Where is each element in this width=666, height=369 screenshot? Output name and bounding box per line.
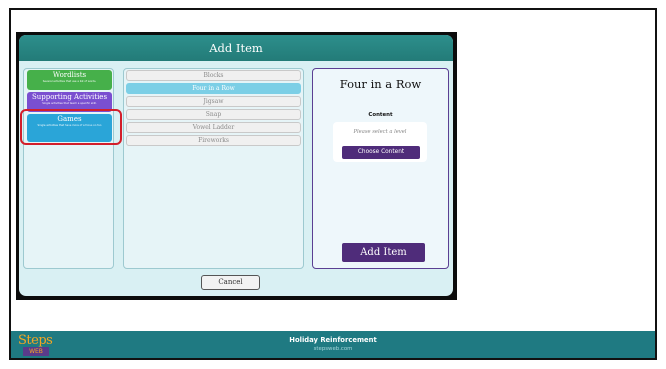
game-list-panel: Blocks Four in a Row Jigsaw Snap Vowel L… — [123, 68, 304, 269]
choose-content-button[interactable]: Choose Content — [342, 146, 420, 159]
detail-title: Four in a Row — [339, 77, 422, 91]
dialog-header: Add Item — [19, 35, 453, 61]
game-item-fireworks[interactable]: Fireworks — [126, 135, 301, 146]
footer-subtitle: stepsweb.com — [313, 346, 353, 352]
detail-panel: Four in a Row Content Please select a le… — [312, 68, 449, 269]
game-item-four-in-a-row[interactable]: Four in a Row — [126, 83, 301, 94]
category-wordlists[interactable]: Wordlists Several activities that use a … — [27, 70, 112, 90]
logo-steps-text: Steps — [18, 333, 53, 348]
add-item-button[interactable]: Add Item — [342, 243, 425, 262]
category-title: Supporting Activities — [31, 93, 108, 101]
game-item-blocks[interactable]: Blocks — [126, 70, 301, 81]
logo-web-text: WEB — [23, 347, 49, 356]
category-title: Wordlists — [52, 71, 87, 79]
content-label: Content — [368, 112, 393, 118]
category-description: Single activities that teach a specific … — [42, 102, 97, 105]
cancel-button[interactable]: Cancel — [201, 275, 260, 290]
dialog-title: Add Item — [209, 41, 263, 55]
footer-title: Holiday Reinforcement — [289, 336, 377, 344]
category-panel: Wordlists Several activities that use a … — [23, 68, 114, 269]
add-item-dialog: Add Item Wordlists Several activities th… — [19, 35, 453, 296]
level-hint: Please select a level — [353, 129, 407, 135]
game-item-snap[interactable]: Snap — [126, 109, 301, 120]
stepsweb-logo: Steps WEB — [18, 334, 58, 358]
game-item-vowel-ladder[interactable]: Vowel Ladder — [126, 122, 301, 133]
games-highlight-ring — [20, 109, 122, 145]
slide-footer: Holiday Reinforcement stepsweb.com — [11, 331, 655, 358]
game-item-jigsaw[interactable]: Jigsaw — [126, 96, 301, 107]
category-description: Several activities that use a list of wo… — [42, 80, 97, 83]
content-card: Please select a level Choose Content — [333, 122, 427, 162]
